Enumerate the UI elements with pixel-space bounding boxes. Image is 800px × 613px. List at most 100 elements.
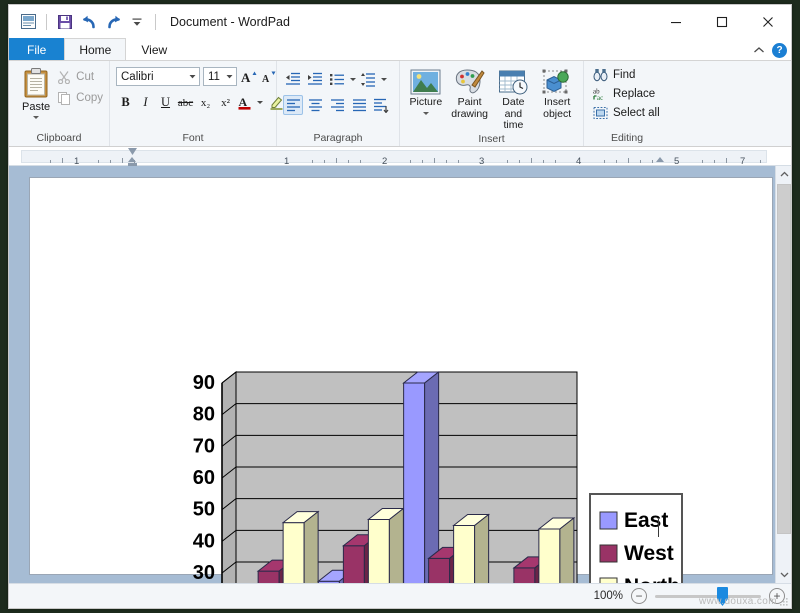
minimize-button[interactable] (653, 5, 699, 38)
ribbon-group-editing: Find ab ac Replace Select all Editing (584, 61, 670, 146)
right-indent-marker[interactable] (656, 157, 665, 165)
ribbon-group-font: Calibri 11 A A B I U abc x₂ x² A Font (110, 61, 294, 146)
align-center-button[interactable] (305, 95, 325, 115)
copy-label: Copy (76, 92, 103, 104)
cut-label: Cut (76, 71, 95, 83)
italic-button[interactable]: I (136, 93, 155, 112)
bar-north-1 (366, 507, 405, 583)
quick-access-toolbar (9, 5, 161, 38)
font-family-combo[interactable]: Calibri (116, 67, 200, 86)
increase-indent-button[interactable] (305, 69, 325, 89)
svg-text:70: 70 (193, 435, 215, 457)
paragraph-settings-button[interactable] (371, 95, 391, 115)
subscript-button[interactable]: x₂ (196, 93, 215, 112)
line-spacing-dropdown-icon[interactable] (381, 77, 387, 81)
grow-font-button[interactable]: A (240, 67, 257, 86)
text-color-button[interactable]: A (236, 93, 255, 112)
clipboard-group-label: Clipboard (36, 132, 82, 144)
line-spacing-button[interactable] (358, 69, 378, 89)
replace-label: Replace (613, 88, 656, 100)
font-group-label: Font (182, 132, 204, 144)
zoom-out-button[interactable]: − (631, 588, 647, 604)
help-button[interactable]: ? (772, 43, 787, 58)
ribbon-group-paragraph: Paragraph (277, 61, 400, 146)
paste-button[interactable]: Paste (15, 65, 57, 119)
wordpad-icon[interactable] (17, 11, 39, 33)
insert-object-button[interactable]: Insert object (537, 67, 577, 120)
svg-text:40: 40 (193, 530, 215, 552)
justify-icon (352, 98, 366, 111)
svg-text:30: 30 (193, 562, 215, 583)
collapse-ribbon-icon[interactable] (753, 44, 765, 58)
tab-view[interactable]: View (126, 38, 182, 60)
tab-file[interactable]: File (9, 38, 65, 60)
font-size-combo[interactable]: 11 (203, 67, 237, 86)
decrease-indent-button[interactable] (283, 69, 303, 89)
document-page[interactable]: 01020304050607080901st Qtr2nd Qtr3rd Qtr… (29, 177, 773, 583)
find-button[interactable]: Find (593, 68, 660, 82)
vertical-scrollbar[interactable] (775, 166, 791, 583)
paste-dropdown-icon[interactable] (33, 116, 40, 119)
insert-picture-dropdown-icon[interactable] (422, 111, 429, 115)
bullets-icon (329, 73, 344, 85)
chart-image[interactable]: 01020304050607080901st Qtr2nd Qtr3rd Qtr… (178, 366, 698, 583)
close-button[interactable] (745, 5, 791, 38)
ruler[interactable]: 1 1 2 3 4 5 7 (9, 147, 791, 167)
bar-north-0 (281, 510, 320, 583)
bold-button[interactable]: B (116, 93, 135, 112)
bar-north-3 (537, 516, 576, 583)
scrollbar-thumb[interactable] (777, 184, 791, 534)
align-left-button[interactable] (283, 95, 303, 115)
replace-button[interactable]: ab ac Replace (593, 87, 660, 102)
select-all-button[interactable]: Select all (593, 106, 660, 120)
font-family-dropdown-icon[interactable] (186, 74, 199, 79)
text-color-dropdown-icon[interactable] (257, 101, 263, 104)
underline-button[interactable]: U (156, 93, 175, 112)
cut-button[interactable]: Cut (57, 70, 103, 84)
copy-button[interactable]: Copy (57, 91, 103, 105)
save-icon[interactable] (54, 11, 76, 33)
text-cursor (658, 519, 659, 537)
resize-grip-icon[interactable] (778, 596, 789, 607)
qat-divider-2 (155, 13, 156, 30)
align-right-button[interactable] (327, 95, 347, 115)
legend-box (589, 493, 683, 583)
insert-picture-button[interactable]: Picture (406, 67, 446, 115)
legend-label: West (624, 542, 674, 565)
cut-icon (58, 71, 71, 84)
document-area[interactable]: 01020304050607080901st Qtr2nd Qtr3rd Qtr… (9, 166, 791, 583)
paint-drawing-icon (454, 67, 486, 97)
scroll-up-button[interactable] (776, 166, 791, 183)
svg-text:ac: ac (597, 94, 603, 101)
svg-text:50: 50 (193, 499, 215, 521)
font-size-dropdown-icon[interactable] (223, 74, 236, 79)
svg-text:A: A (241, 70, 251, 85)
bullets-button[interactable] (327, 69, 347, 89)
status-bar: 100% − + www.douxa.com (9, 583, 791, 608)
svg-text:90: 90 (193, 372, 215, 394)
shrink-font-button[interactable]: A (260, 67, 277, 86)
bar-north-2 (452, 513, 491, 583)
left-indent-marker[interactable] (128, 157, 137, 167)
superscript-button[interactable]: x² (216, 93, 235, 112)
editing-group-label: Editing (610, 132, 644, 144)
scroll-down-button[interactable] (776, 566, 791, 583)
align-right-icon (330, 98, 344, 111)
strikethrough-button[interactable]: abc (176, 93, 195, 112)
insert-paint-drawing-button[interactable]: Paint drawing (450, 67, 490, 120)
shrink-font-icon: A (262, 71, 275, 85)
maximize-button[interactable] (699, 5, 745, 38)
insert-date-time-button[interactable]: Date and time (494, 67, 534, 132)
tab-home[interactable]: Home (64, 38, 127, 60)
bullets-dropdown-icon[interactable] (350, 77, 356, 81)
customize-qat-icon[interactable] (126, 11, 148, 33)
ribbon-group-insert: Picture Paint drawing Date and time Inse… (400, 61, 584, 146)
undo-icon[interactable] (78, 11, 100, 33)
insert-object-label: Insert object (543, 96, 572, 120)
justify-button[interactable] (349, 95, 369, 115)
tab-right-controls: ? (753, 43, 787, 58)
redo-icon[interactable] (102, 11, 124, 33)
date-time-icon (497, 67, 529, 97)
svg-text:80: 80 (193, 404, 215, 426)
select-all-icon (593, 107, 608, 119)
